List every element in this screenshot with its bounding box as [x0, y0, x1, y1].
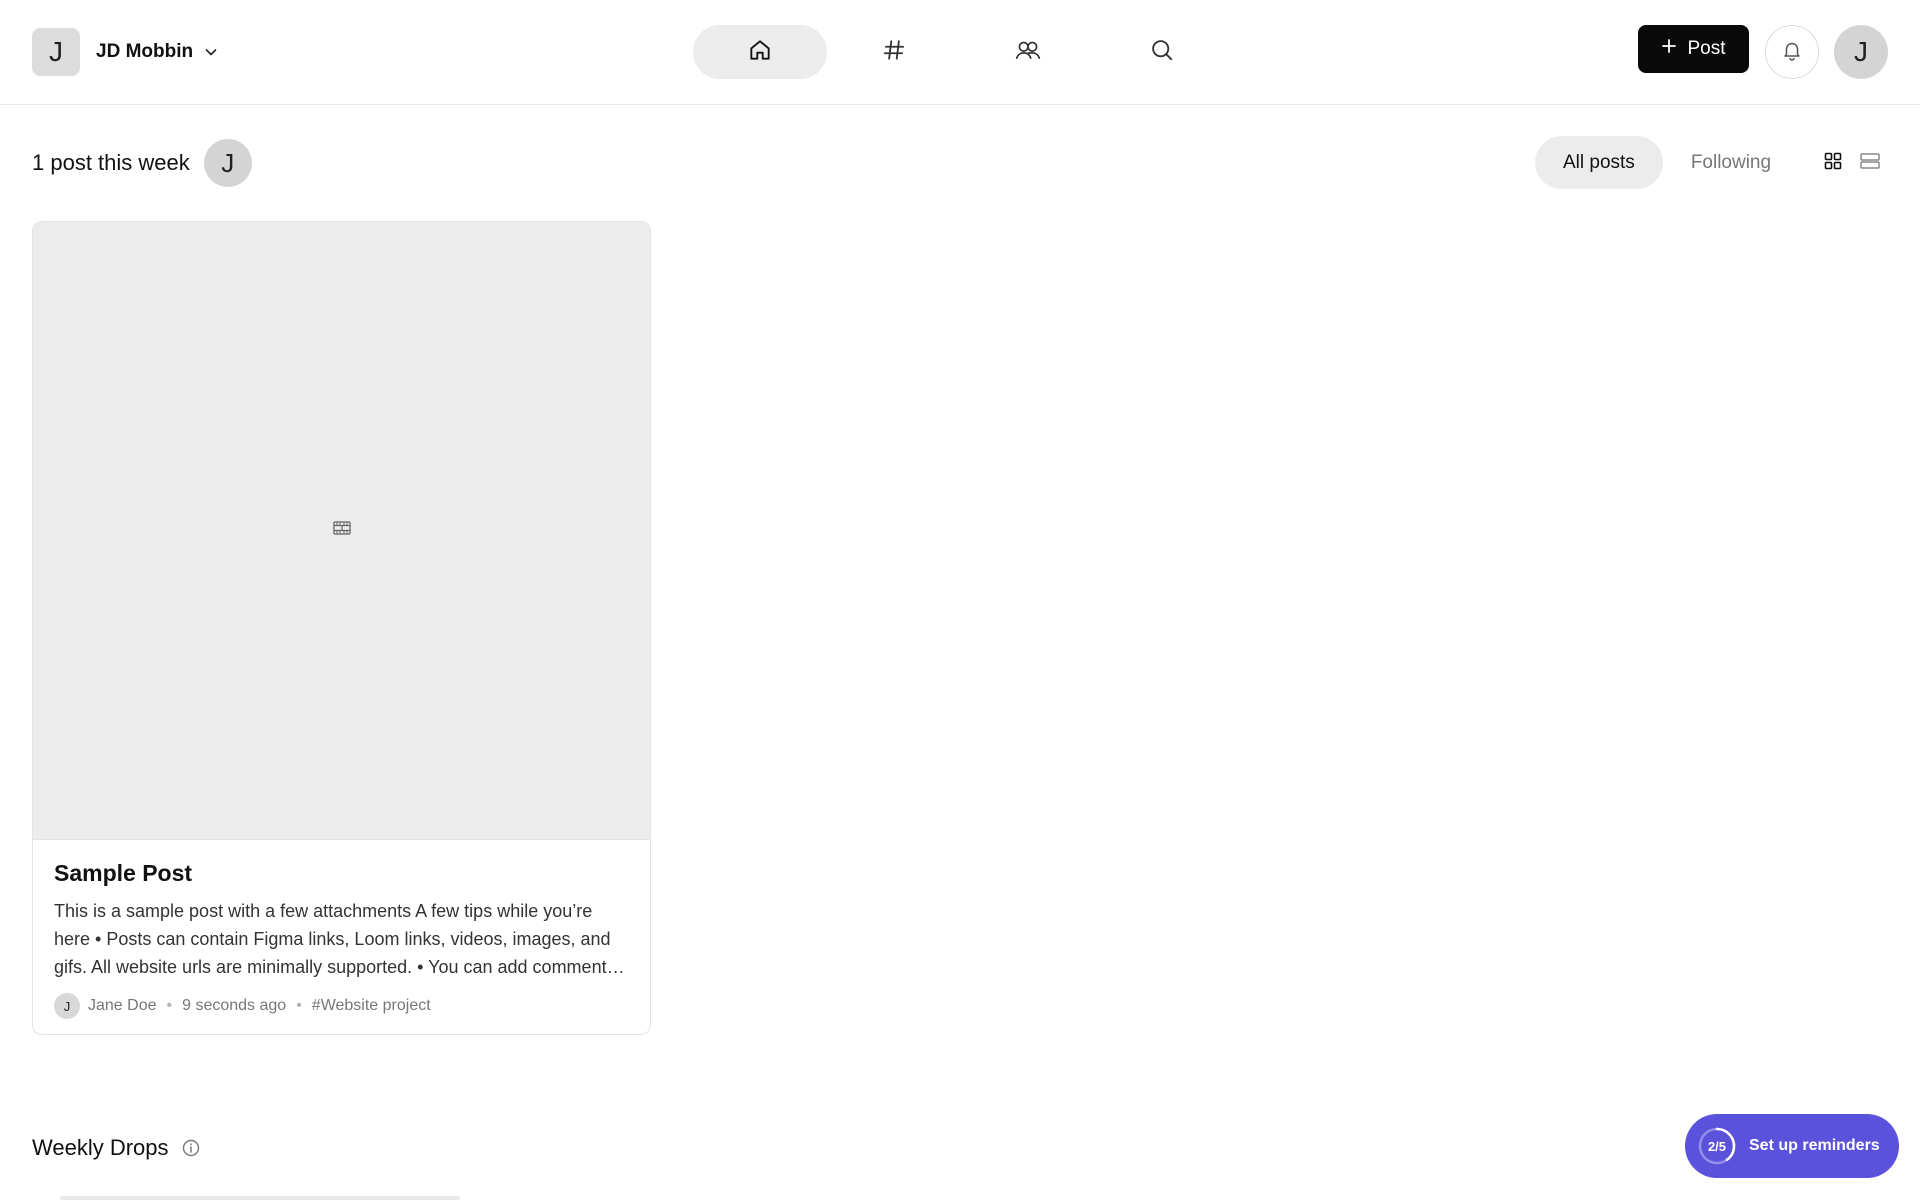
search-icon: [1149, 37, 1175, 68]
bell-icon: [1780, 38, 1804, 67]
weekly-drops-title: Weekly Drops: [32, 1135, 169, 1160]
notifications-button[interactable]: [1765, 25, 1819, 79]
film-strip-icon: [332, 519, 352, 542]
reminders-label: Set up reminders: [1749, 1137, 1880, 1154]
meta-separator: •: [166, 997, 173, 1014]
post-time: 9 seconds ago: [182, 997, 287, 1014]
week-summary: 1 post this week J: [32, 138, 252, 188]
nav-channels[interactable]: [827, 25, 961, 79]
list-view-button[interactable]: [1857, 150, 1883, 176]
workspace-avatar: J: [32, 28, 80, 76]
weekly-drops-header: Weekly Drops: [32, 1133, 201, 1163]
setup-reminders-button[interactable]: 2/5 Set up reminders: [1685, 1114, 1899, 1178]
meta-separator: •: [296, 997, 302, 1014]
post-title: Sample Post: [54, 860, 193, 886]
grid-view-icon: [1823, 151, 1843, 176]
plus-icon: [1661, 38, 1677, 60]
post-media-preview[interactable]: [33, 222, 650, 840]
post-card-body: Sample Post This is a sample post with a…: [33, 840, 650, 1019]
new-post-label: Post: [1687, 38, 1726, 59]
progress-count: 2/5: [1707, 1138, 1727, 1154]
post-excerpt: This is a sample post with a few attachm…: [54, 901, 616, 977]
home-icon: [747, 37, 773, 68]
grid-view-button[interactable]: [1820, 150, 1846, 176]
main-nav: [693, 25, 1229, 79]
nav-home[interactable]: [693, 25, 827, 79]
list-view-icon: [1859, 151, 1881, 176]
top-bar: J JD Mobbin Post J: [0, 0, 1920, 105]
contributor-avatar[interactable]: J: [203, 139, 252, 187]
week-summary-text: 1 post this week: [32, 150, 190, 175]
chevron-down-icon: [203, 44, 219, 60]
post-meta: J Jane Doe • 9 seconds ago • #Website pr…: [54, 993, 629, 1019]
nav-people[interactable]: [961, 25, 1095, 79]
project-tag[interactable]: #Website project: [312, 997, 431, 1015]
post-card[interactable]: Sample Post This is a sample post with a…: [32, 221, 651, 1035]
tab-following[interactable]: Following: [1663, 136, 1799, 189]
hash-icon: [881, 37, 907, 68]
user-avatar[interactable]: J: [1834, 25, 1888, 79]
tab-all-posts[interactable]: All posts: [1535, 136, 1663, 189]
new-post-button[interactable]: Post: [1638, 25, 1749, 73]
workspace-switcher[interactable]: J JD Mobbin: [32, 28, 219, 76]
feed-filters: All posts Following: [1535, 136, 1799, 189]
author-avatar[interactable]: J: [54, 993, 80, 1019]
weekly-drops-preview-edge: [60, 1196, 460, 1200]
info-icon[interactable]: [181, 1138, 201, 1158]
workspace-name: JD Mobbin: [96, 41, 194, 62]
onboarding-progress: 2/5: [1697, 1126, 1737, 1166]
nav-search[interactable]: [1095, 25, 1229, 79]
author-name[interactable]: Jane Doe: [88, 997, 157, 1015]
people-icon: [1014, 37, 1042, 68]
